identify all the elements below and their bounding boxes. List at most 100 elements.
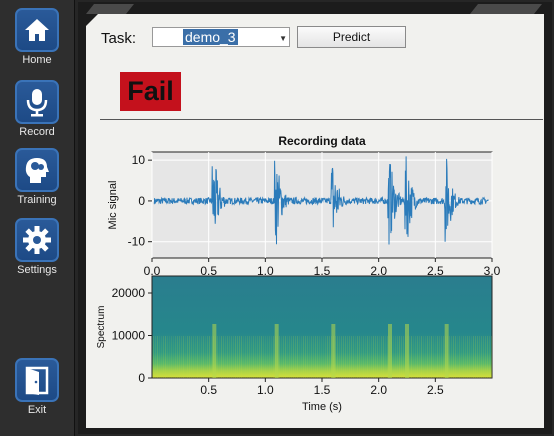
- spectrum-column: [363, 336, 364, 378]
- spectrum-column: [417, 336, 418, 378]
- spectrum-column: [355, 336, 356, 378]
- spectrum-column: [313, 336, 314, 378]
- sidebar-item-exit[interactable]: Exit: [0, 358, 74, 416]
- frame-decoration: [470, 4, 542, 14]
- spectrum-column: [337, 336, 338, 378]
- spectrum-column: [361, 336, 362, 378]
- spectrum-column: [175, 336, 176, 378]
- recording-figure: Recording data 0.0 0.5 1.0 1.5 2.0 2.5 3.0100-…: [96, 134, 501, 413]
- spectrum-column: [319, 336, 320, 378]
- y-tick-label: 20000: [112, 286, 146, 300]
- spectrum-column: [301, 336, 302, 378]
- spectrum-column: [247, 336, 248, 378]
- spectrum-column: [371, 336, 372, 378]
- spectrum-column: [193, 336, 194, 378]
- divider: [100, 119, 543, 120]
- spectrum-column: [411, 336, 412, 378]
- spectrum-column: [197, 336, 198, 378]
- x-tick-label: 2.5: [427, 383, 444, 397]
- sidebar-item-record[interactable]: Record: [0, 80, 74, 138]
- spectrum-column: [393, 336, 394, 378]
- spectrum-column: [455, 336, 456, 378]
- spectrum-column: [443, 336, 444, 378]
- home-icon: [15, 8, 59, 52]
- gear-icon: [15, 218, 59, 262]
- spectrum-column: [459, 336, 460, 378]
- spectrum-column: [425, 336, 426, 378]
- spectrum-column: [221, 336, 222, 378]
- spectrum-column: [167, 336, 168, 378]
- signal-ylabel: Mic signal: [107, 181, 119, 230]
- spectrum-column: [429, 336, 430, 378]
- spectrum-column: [351, 336, 352, 378]
- spectrum-burst: [405, 324, 409, 378]
- spectrum-burst: [274, 324, 279, 378]
- chevron-down-icon: ▼: [279, 34, 287, 43]
- spectrum-column: [181, 336, 182, 378]
- spectrum-column: [271, 336, 272, 378]
- spectrum-column: [161, 336, 162, 378]
- spectrum-column: [159, 336, 160, 378]
- y-tick-label: -10: [128, 235, 146, 249]
- spectrum-column: [329, 336, 330, 378]
- spectrum-column: [261, 336, 262, 378]
- spectrum-column: [251, 336, 252, 378]
- spectrum-column: [469, 336, 470, 378]
- spectrum-column: [453, 336, 454, 378]
- spectrum-column: [377, 336, 378, 378]
- frame-decoration: [86, 4, 134, 14]
- spectrum-column: [399, 336, 400, 378]
- spectrum-column: [465, 336, 466, 378]
- spectrum-column: [341, 336, 342, 378]
- sidebar-item-label: Settings: [17, 264, 57, 276]
- spectrum-column: [485, 336, 486, 378]
- spectrum-column: [439, 336, 440, 378]
- spectrum-column: [163, 336, 164, 378]
- spectrum-column: [211, 336, 212, 378]
- predict-button[interactable]: Predict: [297, 26, 406, 48]
- spectrum-column: [153, 336, 154, 378]
- sidebar-item-settings[interactable]: Settings: [0, 218, 74, 276]
- spectrum-column: [449, 336, 450, 378]
- spectrum-column: [257, 336, 258, 378]
- exit-door-icon: [15, 358, 59, 402]
- spectrum-column: [267, 336, 268, 378]
- y-tick-label: 10000: [112, 329, 146, 343]
- chart-title: Recording data: [278, 134, 366, 148]
- spectrum-column: [433, 336, 434, 378]
- task-select-value: demo_3: [183, 29, 238, 45]
- spectrum-column: [305, 336, 306, 378]
- spectrum-column: [231, 336, 232, 378]
- spectrum-column: [279, 336, 280, 378]
- spectrum-column: [321, 336, 322, 378]
- spectrum-column: [263, 336, 264, 378]
- spectrum-column: [419, 336, 420, 378]
- spectrum-column: [209, 336, 210, 378]
- spectrum-column: [475, 336, 476, 378]
- spectrum-column: [183, 336, 184, 378]
- spectrum-column: [239, 336, 240, 378]
- spectrum-column: [243, 336, 244, 378]
- sidebar-item-home[interactable]: Home: [0, 8, 74, 66]
- spectrum-column: [317, 336, 318, 378]
- spectrum-column: [169, 336, 170, 378]
- task-select[interactable]: demo_3 ▼: [152, 27, 290, 47]
- spectrum-xlabel: Time (s): [302, 401, 342, 413]
- spectrum-ylabel: Spectrum: [96, 306, 107, 349]
- spectrum-column: [303, 336, 304, 378]
- sidebar-item-training[interactable]: Training: [0, 148, 74, 206]
- spectrum-column: [415, 336, 416, 378]
- spectrum-column: [325, 336, 326, 378]
- x-tick-label: 1.5: [314, 383, 331, 397]
- spectrum-column: [489, 336, 490, 378]
- sidebar-item-label: Record: [19, 126, 55, 138]
- spectrum-column: [491, 336, 492, 378]
- spectrum-column: [435, 336, 436, 378]
- spectrum-column: [403, 336, 404, 378]
- spectrum-column: [287, 336, 288, 378]
- spectrum-column: [477, 336, 478, 378]
- sidebar-item-label: Exit: [27, 404, 47, 416]
- spectrum-column: [457, 336, 458, 378]
- spectrum-column: [199, 336, 200, 378]
- microphone-icon: [15, 80, 59, 124]
